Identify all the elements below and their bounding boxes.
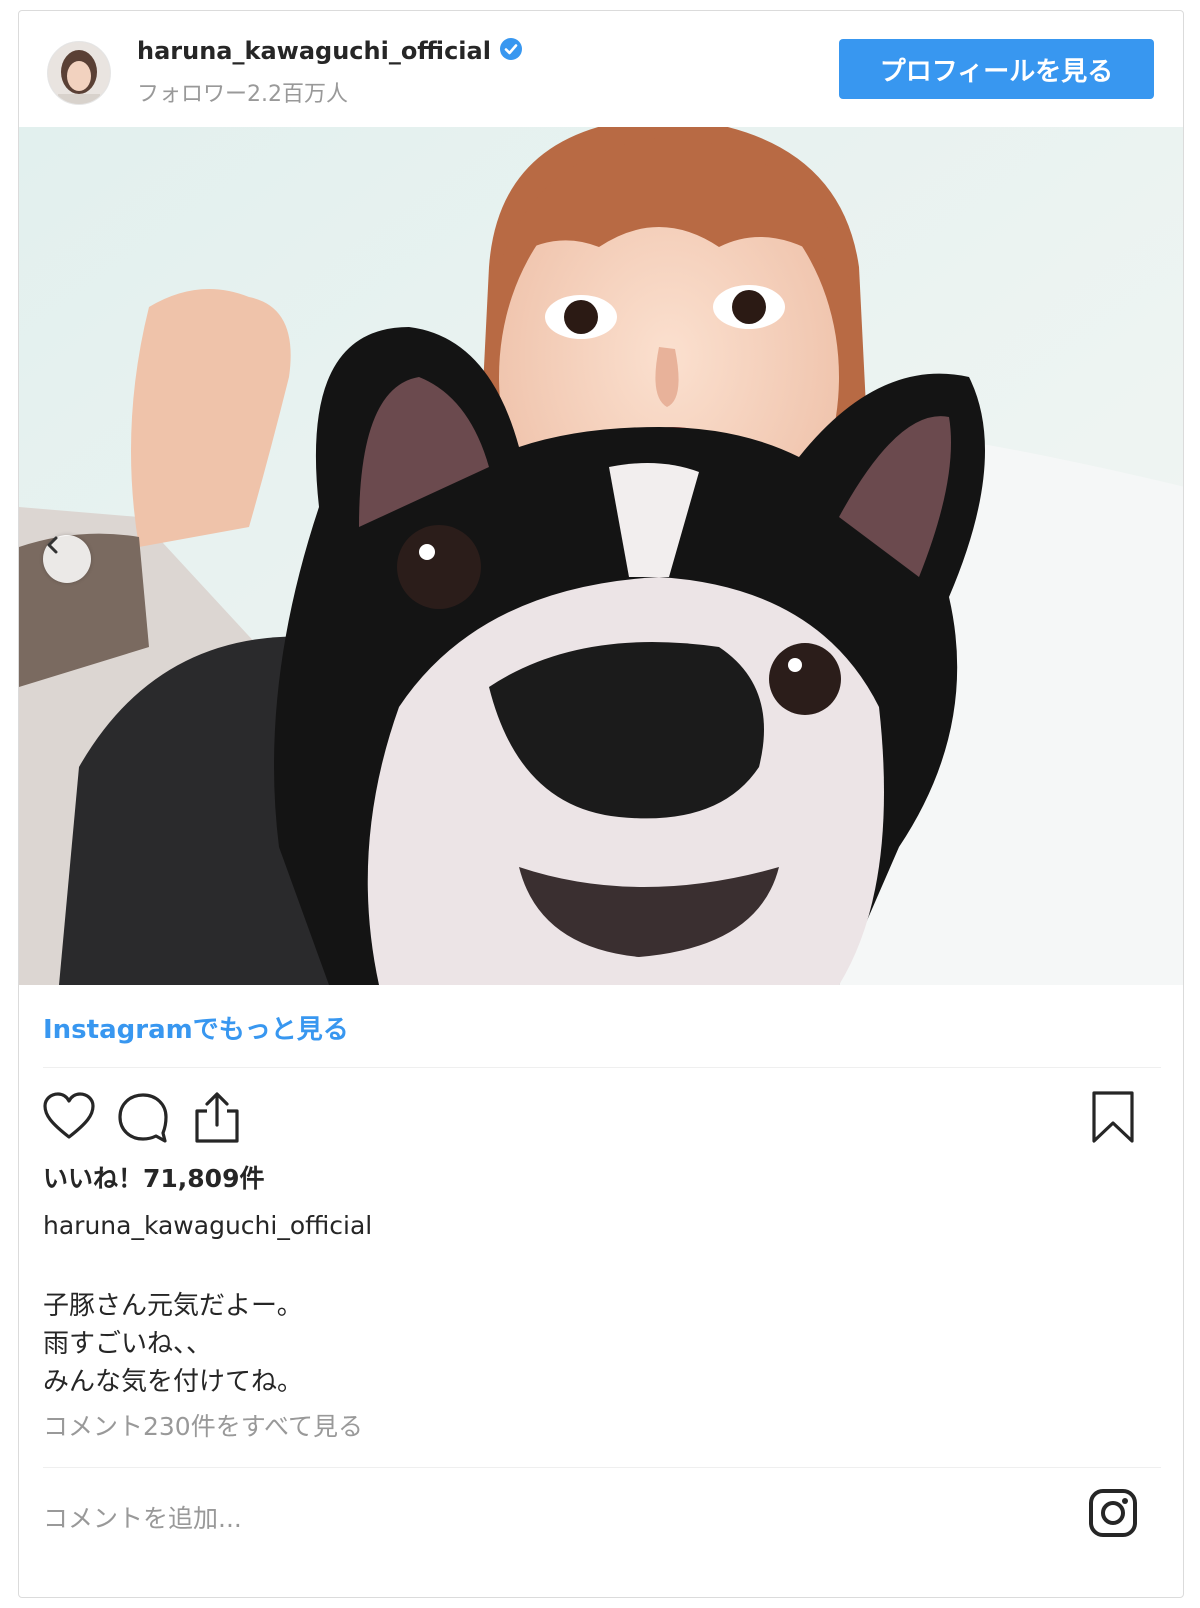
instagram-embed-card: haruna_kawaguchi_official フォロワー2.2百万人 プロ… <box>18 10 1184 1598</box>
caption-line: 子豚さん元気だよー。 <box>43 1291 303 1321</box>
share-button[interactable] <box>189 1089 245 1145</box>
post-header: haruna_kawaguchi_official フォロワー2.2百万人 プロ… <box>19 11 1183 129</box>
follower-count: フォロワー2.2百万人 <box>137 82 348 107</box>
comment-icon <box>115 1093 171 1149</box>
username-text: haruna_kawaguchi_official <box>137 37 491 65</box>
caption-text: 子豚さん元気だよー。 雨すごいね、、 みんな気を付けてね。 <box>43 1287 303 1401</box>
username-link[interactable]: haruna_kawaguchi_official <box>137 37 523 67</box>
bookmark-icon <box>1085 1091 1141 1149</box>
more-on-instagram-link[interactable]: Instagramでもっと見る <box>43 1009 349 1046</box>
verified-badge-icon <box>499 37 523 67</box>
post-photo[interactable] <box>19 127 1183 985</box>
instagram-logo-link[interactable] <box>1087 1487 1139 1539</box>
instagram-icon <box>1087 1489 1139 1543</box>
avatar[interactable] <box>47 41 111 105</box>
caption-username[interactable]: haruna_kawaguchi_official <box>43 1211 372 1240</box>
view-all-comments-link[interactable]: コメント230件をすべて見る <box>43 1407 363 1443</box>
share-icon <box>189 1092 245 1149</box>
add-comment-field[interactable]: コメントを追加... <box>43 1499 242 1535</box>
comment-button[interactable] <box>115 1089 171 1145</box>
bookmark-button[interactable] <box>1085 1089 1141 1145</box>
divider <box>43 1067 1161 1068</box>
heart-icon <box>41 1092 97 1149</box>
like-button[interactable] <box>41 1089 97 1145</box>
carousel-prev-button[interactable] <box>43 535 91 583</box>
divider <box>43 1467 1161 1468</box>
view-profile-button[interactable]: プロフィールを見る <box>839 39 1154 99</box>
caption-line: 雨すごいね、、 <box>43 1329 213 1359</box>
like-count[interactable]: いいね！71,809件 <box>43 1159 264 1195</box>
action-bar <box>19 1079 1183 1159</box>
caption-line: みんな気を付けてね。 <box>43 1367 304 1397</box>
photo-illustration <box>19 127 1183 985</box>
